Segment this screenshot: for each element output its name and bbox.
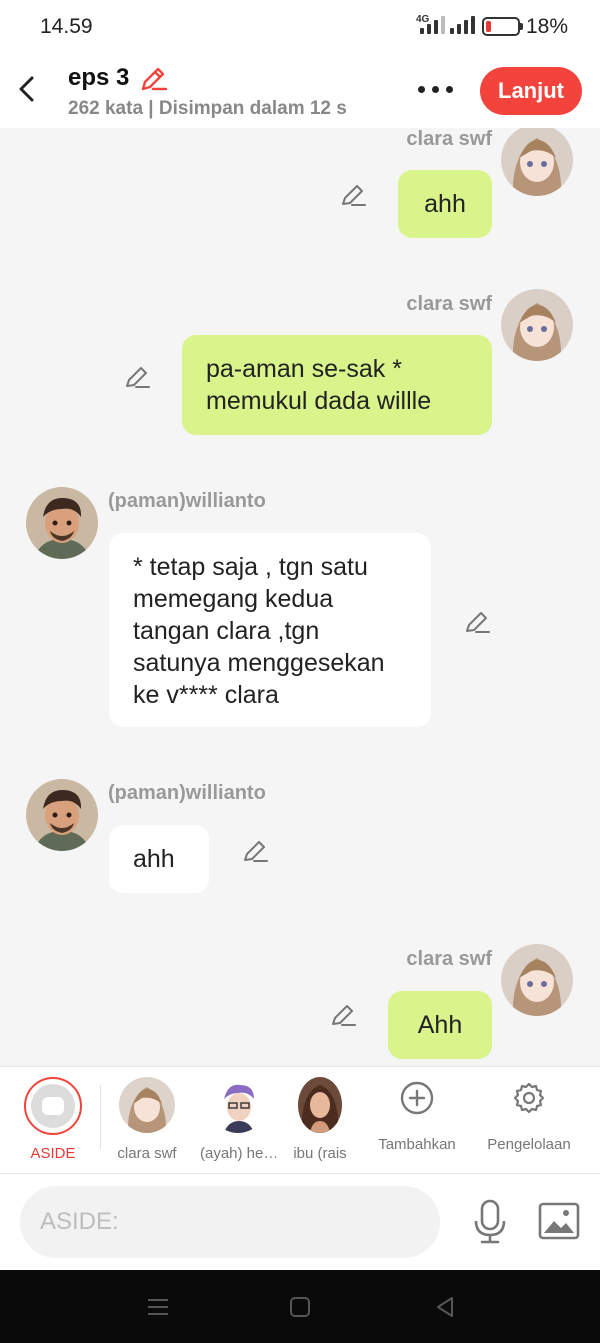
edit-title-icon[interactable] bbox=[138, 64, 168, 94]
sender-name: clara swf bbox=[406, 128, 492, 150]
sender-name: (paman)willianto bbox=[108, 490, 266, 512]
editor-header: eps 3 262 kata | Disimpan dalam 12 s Lan… bbox=[0, 54, 600, 128]
avatar-willianto[interactable] bbox=[26, 487, 98, 559]
manage-label: Pengelolaan bbox=[487, 1136, 571, 1153]
manage-characters-button[interactable]: Pengelolaan bbox=[484, 1081, 574, 1153]
add-character-button[interactable]: Tambahkan bbox=[374, 1081, 460, 1153]
edit-message-icon[interactable] bbox=[328, 1000, 358, 1030]
aside-button[interactable] bbox=[24, 1077, 82, 1135]
aside-label: ASIDE bbox=[30, 1145, 76, 1162]
aside-icon bbox=[31, 1084, 75, 1128]
avatar-clara bbox=[119, 1077, 175, 1133]
character-name: ibu (rais bbox=[293, 1145, 347, 1162]
plus-circle-icon bbox=[400, 1081, 434, 1115]
home-nav-icon[interactable] bbox=[287, 1294, 313, 1320]
character-name: clara swf bbox=[117, 1145, 177, 1162]
gear-icon bbox=[513, 1082, 545, 1114]
status-time: 14.59 bbox=[40, 15, 93, 38]
battery-percent: 18% bbox=[526, 15, 569, 38]
composer-bar bbox=[0, 1175, 600, 1270]
message-bubble[interactable]: * tetap saja , tgn satu memegang kedua t… bbox=[109, 533, 431, 727]
signal-icon-2 bbox=[450, 16, 475, 34]
divider bbox=[100, 1085, 101, 1149]
add-label: Tambahkan bbox=[378, 1136, 456, 1153]
character-ibu[interactable]: ibu (rais bbox=[288, 1077, 352, 1162]
sender-name: (paman)willianto bbox=[108, 782, 266, 804]
message-bubble[interactable]: Ahh bbox=[388, 991, 492, 1059]
save-status: 262 kata | Disimpan dalam 12 s bbox=[68, 98, 347, 119]
avatar-ayah bbox=[210, 1077, 266, 1133]
sender-name: clara swf bbox=[406, 948, 492, 970]
sender-name: clara swf bbox=[406, 293, 492, 315]
microphone-icon[interactable] bbox=[470, 1199, 510, 1245]
next-button[interactable]: Lanjut bbox=[480, 67, 582, 115]
menu-nav-icon[interactable] bbox=[145, 1294, 171, 1320]
battery-icon bbox=[482, 17, 523, 36]
image-icon[interactable] bbox=[538, 1201, 580, 1241]
signal-icon bbox=[420, 16, 445, 34]
character-bar: ASIDE clara swf (ayah) he… ibu (rais Tam… bbox=[0, 1066, 600, 1174]
back-nav-icon[interactable] bbox=[432, 1294, 458, 1320]
message-bubble[interactable]: ahh bbox=[109, 825, 209, 893]
avatar-clara[interactable] bbox=[501, 944, 573, 1016]
avatar-willianto[interactable] bbox=[26, 779, 98, 851]
character-name: (ayah) he… bbox=[200, 1145, 276, 1162]
status-bar: 14.59 4G 18% bbox=[0, 0, 600, 54]
message-bubble[interactable]: ahh bbox=[398, 170, 492, 238]
chat-area: clara swf ahh clara swf pa-aman se-sak *… bbox=[0, 128, 600, 1066]
message-bubble[interactable]: pa-aman se-sak * memukul dada willle bbox=[182, 335, 492, 435]
avatar-clara[interactable] bbox=[501, 128, 573, 196]
message-input[interactable] bbox=[20, 1186, 440, 1258]
episode-title: eps 3 bbox=[68, 64, 130, 91]
character-clara[interactable]: clara swf bbox=[111, 1077, 183, 1162]
more-options-icon[interactable] bbox=[418, 86, 453, 93]
avatar-clara[interactable] bbox=[501, 289, 573, 361]
avatar-ibu bbox=[298, 1077, 342, 1133]
edit-message-icon[interactable] bbox=[122, 362, 152, 392]
back-arrow-icon[interactable] bbox=[14, 72, 42, 106]
edit-message-icon[interactable] bbox=[338, 180, 368, 210]
edit-message-icon[interactable] bbox=[462, 607, 492, 637]
character-ayah[interactable]: (ayah) he… bbox=[200, 1077, 276, 1162]
edit-message-icon[interactable] bbox=[240, 836, 270, 866]
system-nav-bar bbox=[0, 1270, 600, 1343]
